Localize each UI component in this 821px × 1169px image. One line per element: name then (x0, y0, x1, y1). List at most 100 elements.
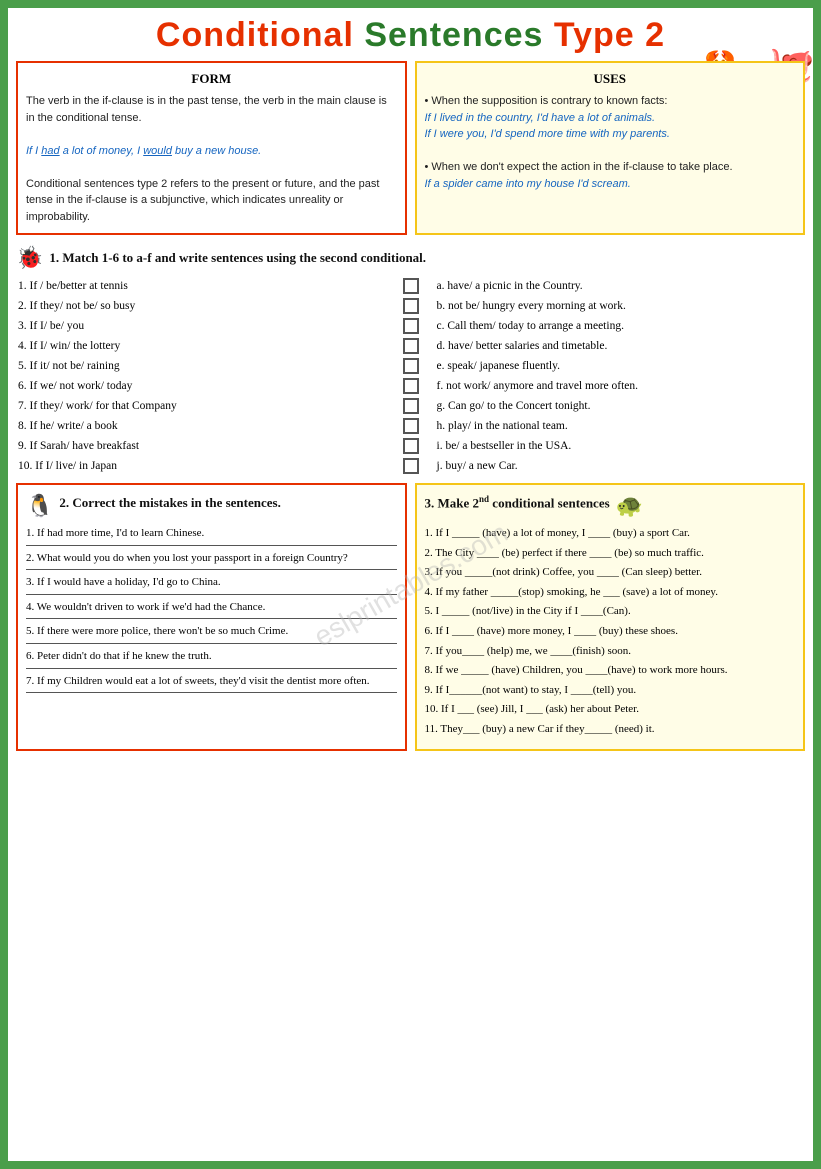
ex1-right-item: d. have/ better salaries and timetable. (435, 337, 806, 355)
checkbox-col (391, 337, 431, 355)
ex1-right-item: h. play/ in the national team. (435, 417, 806, 435)
ex3-sentence: 11. They___ (buy) a new Car if they_____… (425, 721, 796, 739)
checkbox-col (391, 277, 431, 295)
answer-line (26, 594, 397, 595)
checkbox[interactable] (403, 418, 419, 434)
ex3-sentence: 3. If you _____(not drink) Coffee, you _… (425, 564, 796, 582)
page: eslprintables.com Conditional Sentences … (8, 8, 813, 1161)
ex1-right-item: b. not be/ hungry every morning at work. (435, 297, 806, 315)
exercise3-box: 3. Make 2nd conditional sentences 🐢 1. I… (415, 483, 806, 751)
ex1-right-item: f. not work/ anymore and travel more oft… (435, 377, 806, 395)
exercise1-grid: 1. If / be/better at tennis a. have/ a pi… (16, 277, 805, 475)
page-title: Conditional Sentences Type 2 (16, 16, 805, 55)
uses-example1: If I lived in the country, I'd have a lo… (425, 110, 796, 127)
ex1-left-item: 9. If Sarah/ have breakfast (16, 437, 387, 455)
exercise3-items: 1. If I _____ (have) a lot of money, I _… (425, 525, 796, 739)
ex1-left-item: 5. If it/ not be/ raining (16, 357, 387, 375)
answer-line (26, 618, 397, 619)
form-title: FORM (26, 71, 397, 87)
ex3-sentence: 6. If I ____ (have) more money, I ____ (… (425, 623, 796, 641)
answer-line (26, 569, 397, 570)
ex3-sentence: 4. If my father _____(stop) smoking, he … (425, 584, 796, 602)
form-example1: If I had a lot of money, I would buy a n… (26, 143, 397, 160)
turtle-icon: 🐢 (616, 493, 643, 519)
checkbox-col (391, 357, 431, 375)
uses-title: USES (425, 71, 796, 87)
ex2-sentence: 1. If had more time, I'd to learn Chines… (26, 525, 397, 543)
answer-line (26, 643, 397, 644)
exercise1-title: 1. Match 1-6 to a-f and write sentences … (49, 250, 426, 266)
checkbox-col (391, 397, 431, 415)
ex1-left-item: 4. If I/ win/ the lottery (16, 337, 387, 355)
ex1-left-item: 3. If I/ be/ you (16, 317, 387, 335)
answer-line (26, 545, 397, 546)
ladybug-icon: 🐞 (16, 245, 43, 271)
checkbox-col (391, 297, 431, 315)
penguin-icon: 🐧 (26, 493, 53, 519)
exercise2-header: 🐧 2. Correct the mistakes in the sentenc… (26, 493, 397, 519)
ex1-left-item: 8. If he/ write/ a book (16, 417, 387, 435)
checkbox[interactable] (403, 378, 419, 394)
ex2-sentence: 6. Peter didn't do that if he knew the t… (26, 648, 397, 666)
checkbox[interactable] (403, 278, 419, 294)
ex1-right-item: e. speak/ japanese fluently. (435, 357, 806, 375)
title-part2: Sentences (364, 16, 554, 54)
form-content: The verb in the if-clause is in the past… (26, 93, 397, 225)
exercise2-title: 2. Correct the mistakes in the sentences… (59, 495, 280, 511)
checkbox[interactable] (403, 398, 419, 414)
answer-line (26, 692, 397, 693)
form-underline-would: would (143, 145, 172, 157)
ex2-sentence: 4. We wouldn't driven to work if we'd ha… (26, 599, 397, 617)
checkbox-col (391, 437, 431, 455)
form-text1: The verb in the if-clause is in the past… (26, 93, 397, 126)
ex3-sentence: 2. The City ____ (be) perfect if there _… (425, 545, 796, 563)
form-underline-had: had (41, 145, 59, 157)
checkbox-col (391, 457, 431, 475)
exercise3-title: 3. Make 2nd conditional sentences (425, 494, 610, 511)
checkbox[interactable] (403, 438, 419, 454)
exercise2-items: 1. If had more time, I'd to learn Chines… (26, 525, 397, 693)
uses-content: • When the supposition is contrary to kn… (425, 93, 796, 192)
ex2-sentence: 7. If my Children would eat a lot of swe… (26, 673, 397, 691)
uses-bullet1: • When the supposition is contrary to kn… (425, 93, 796, 110)
uses-example2: If I were you, I'd spend more time with … (425, 126, 796, 143)
checkbox[interactable] (403, 358, 419, 374)
checkbox[interactable] (403, 338, 419, 354)
ex1-left-item: 1. If / be/better at tennis (16, 277, 387, 295)
bottom-section: 🐧 2. Correct the mistakes in the sentenc… (16, 483, 805, 751)
title-part3: Type 2 (554, 16, 665, 54)
ex3-sentence: 9. If I______(not want) to stay, I ____(… (425, 682, 796, 700)
checkbox-col (391, 317, 431, 335)
ex2-sentence: 3. If I would have a holiday, I'd go to … (26, 574, 397, 592)
title-part1: Conditional (156, 16, 364, 54)
ex2-sentence: 2. What would you do when you lost your … (26, 550, 397, 568)
form-box: FORM The verb in the if-clause is in the… (16, 61, 407, 235)
ex1-left-item: 6. If we/ not work/ today (16, 377, 387, 395)
checkbox[interactable] (403, 298, 419, 314)
ex1-right-item: a. have/ a picnic in the Country. (435, 277, 806, 295)
ex1-right-item: g. Can go/ to the Concert tonight. (435, 397, 806, 415)
ex1-right-item: c. Call them/ today to arrange a meeting… (435, 317, 806, 335)
checkbox[interactable] (403, 458, 419, 474)
uses-bullet2: • When we don't expect the action in the… (425, 159, 796, 176)
ex2-sentence: 5. If there were more police, there won'… (26, 623, 397, 641)
checkbox-col (391, 377, 431, 395)
ex3-sentence: 1. If I _____ (have) a lot of money, I _… (425, 525, 796, 543)
form-text2: Conditional sentences type 2 refers to t… (26, 176, 397, 226)
ex1-right-item: i. be/ a bestseller in the USA. (435, 437, 806, 455)
checkbox[interactable] (403, 318, 419, 334)
uses-example3: If a spider came into my house I'd screa… (425, 176, 796, 193)
exercise3-header: 3. Make 2nd conditional sentences 🐢 (425, 493, 796, 519)
ex1-left-item: 10. If I/ live/ in Japan (16, 457, 387, 475)
ex1-left-item: 7. If they/ work/ for that Company (16, 397, 387, 415)
ex3-sentence: 10. If I ___ (see) Jill, I ___ (ask) her… (425, 701, 796, 719)
ex3-sentence: 7. If you____ (help) me, we ____(finish)… (425, 643, 796, 661)
exercise2-box: 🐧 2. Correct the mistakes in the sentenc… (16, 483, 407, 751)
ex1-right-item: j. buy/ a new Car. (435, 457, 806, 475)
checkbox-col (391, 417, 431, 435)
uses-box: USES • When the supposition is contrary … (415, 61, 806, 235)
answer-line (26, 668, 397, 669)
ex3-sentence: 8. If we _____ (have) Children, you ____… (425, 662, 796, 680)
ex1-left-item: 2. If they/ not be/ so busy (16, 297, 387, 315)
exercise1-header: 🐞 1. Match 1-6 to a-f and write sentence… (16, 245, 805, 271)
